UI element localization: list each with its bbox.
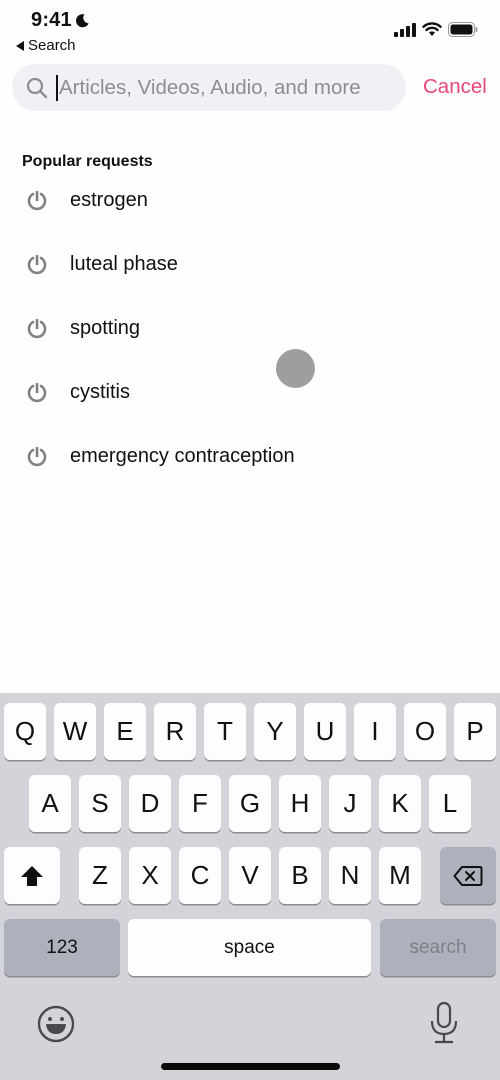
trending-icon xyxy=(27,446,47,467)
space-key[interactable]: space xyxy=(128,919,371,976)
key-a[interactable]: A xyxy=(29,775,71,832)
key-r[interactable]: R xyxy=(154,703,196,760)
backspace-icon xyxy=(453,865,483,886)
delete-key[interactable] xyxy=(440,847,496,904)
keyboard: QWERTYUIOP ASDFGHJKL ZXCVBNM 123 space s… xyxy=(0,693,500,1080)
microphone-icon[interactable] xyxy=(429,1001,459,1045)
key-g[interactable]: G xyxy=(229,775,271,832)
key-e[interactable]: E xyxy=(104,703,146,760)
key-f[interactable]: F xyxy=(179,775,221,832)
key-l[interactable]: L xyxy=(429,775,471,832)
status-icons xyxy=(394,22,478,37)
trending-icon xyxy=(27,318,47,339)
search-field[interactable] xyxy=(12,64,406,111)
status-time: 9:41 xyxy=(31,9,90,32)
key-j[interactable]: J xyxy=(329,775,371,832)
trending-icon xyxy=(27,190,47,211)
list-item-label: cystitis xyxy=(70,380,130,403)
moon-icon xyxy=(75,14,89,28)
key-n[interactable]: N xyxy=(329,847,371,904)
key-z[interactable]: Z xyxy=(79,847,121,904)
cellular-signal-icon xyxy=(394,22,416,37)
key-o[interactable]: O xyxy=(404,703,446,760)
key-h[interactable]: H xyxy=(279,775,321,832)
wifi-icon xyxy=(422,22,442,36)
shift-arrow-icon xyxy=(21,865,43,886)
key-y[interactable]: Y xyxy=(254,703,296,760)
key-t[interactable]: T xyxy=(204,703,246,760)
list-item[interactable]: cystitis xyxy=(0,360,500,424)
cancel-button[interactable]: Cancel xyxy=(423,75,487,99)
clock: 9:41 xyxy=(31,9,72,31)
search-icon xyxy=(26,77,48,98)
search-input[interactable] xyxy=(59,75,406,100)
home-indicator[interactable] xyxy=(161,1063,340,1070)
list-item[interactable]: estrogen xyxy=(0,168,500,232)
trending-icon xyxy=(27,254,47,275)
key-u[interactable]: U xyxy=(304,703,346,760)
key-i[interactable]: I xyxy=(354,703,396,760)
battery-icon xyxy=(448,22,478,37)
back-app-label: Search xyxy=(28,37,76,54)
list-item-label: luteal phase xyxy=(70,252,178,275)
list-item-label: spotting xyxy=(70,316,141,339)
key-w[interactable]: W xyxy=(54,703,96,760)
shift-key[interactable] xyxy=(4,847,60,904)
key-x[interactable]: X xyxy=(129,847,171,904)
search-return-key[interactable]: search xyxy=(380,919,496,976)
list-item[interactable]: emergency contraception xyxy=(0,424,500,488)
key-v[interactable]: V xyxy=(229,847,271,904)
list-item-label: emergency contraception xyxy=(70,444,295,467)
list-item-label: estrogen xyxy=(70,188,148,211)
key-d[interactable]: D xyxy=(129,775,171,832)
emoji-icon[interactable] xyxy=(37,1005,75,1043)
key-k[interactable]: K xyxy=(379,775,421,832)
key-b[interactable]: B xyxy=(279,847,321,904)
key-q[interactable]: Q xyxy=(4,703,46,760)
back-to-app-button[interactable]: Search xyxy=(16,37,76,54)
touch-indicator xyxy=(276,349,315,388)
back-triangle-icon xyxy=(16,40,24,51)
key-s[interactable]: S xyxy=(79,775,121,832)
popular-requests-list: estrogen luteal phase spotting cystitis … xyxy=(0,189,500,510)
key-m[interactable]: M xyxy=(379,847,421,904)
list-item[interactable]: spotting xyxy=(0,296,500,360)
list-item[interactable]: luteal phase xyxy=(0,232,500,296)
trending-icon xyxy=(27,382,47,403)
key-c[interactable]: C xyxy=(179,847,221,904)
text-cursor xyxy=(56,74,58,101)
numbers-key[interactable]: 123 xyxy=(4,919,120,976)
key-p[interactable]: P xyxy=(454,703,496,760)
